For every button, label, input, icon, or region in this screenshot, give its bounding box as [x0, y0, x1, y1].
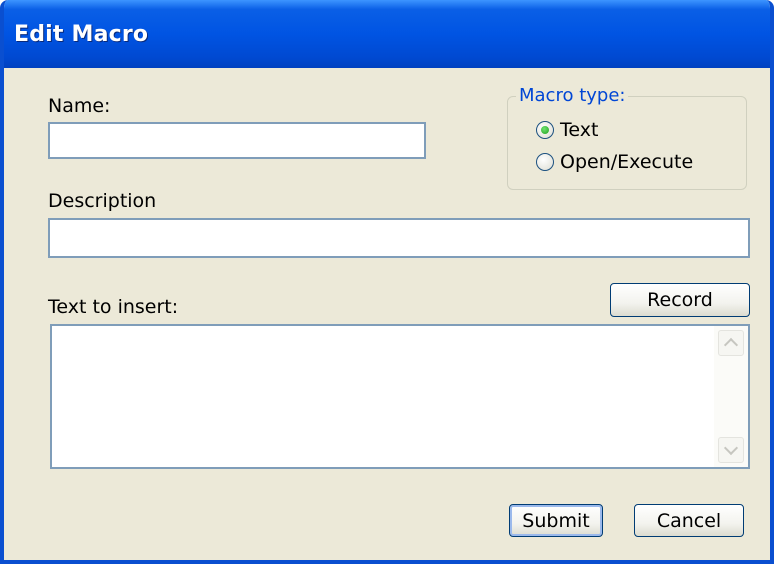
submit-button[interactable]: Submit: [509, 504, 603, 537]
vertical-scrollbar[interactable]: [714, 326, 748, 467]
edit-macro-dialog: Edit Macro Name: Macro type: Text Open/E…: [0, 0, 774, 564]
scroll-down-button[interactable]: [718, 437, 744, 463]
chevron-down-icon: [723, 440, 739, 456]
radio-text-label: Text: [560, 119, 599, 141]
macro-type-group: Macro type: Text Open/Execute: [507, 85, 747, 190]
chevron-up-icon: [723, 337, 739, 353]
name-input[interactable]: [48, 122, 426, 159]
radio-text-option[interactable]: Text: [536, 119, 598, 141]
radio-unchecked-icon[interactable]: [536, 153, 554, 171]
text-to-insert-input[interactable]: [52, 326, 712, 467]
text-to-insert-area: [50, 324, 750, 469]
description-input[interactable]: [48, 218, 750, 258]
description-label: Description: [48, 190, 157, 212]
name-label: Name:: [48, 95, 111, 117]
window-title: Edit Macro: [14, 22, 149, 47]
cancel-button[interactable]: Cancel: [634, 504, 744, 537]
title-bar[interactable]: Edit Macro: [4, 0, 770, 68]
radio-open-execute-label: Open/Execute: [560, 151, 694, 173]
scroll-up-button[interactable]: [718, 330, 744, 356]
radio-open-execute-option[interactable]: Open/Execute: [536, 151, 693, 173]
text-to-insert-label: Text to insert:: [48, 296, 179, 318]
record-button[interactable]: Record: [610, 283, 750, 317]
macro-type-legend: Macro type:: [516, 85, 629, 106]
radio-checked-icon[interactable]: [536, 121, 554, 139]
